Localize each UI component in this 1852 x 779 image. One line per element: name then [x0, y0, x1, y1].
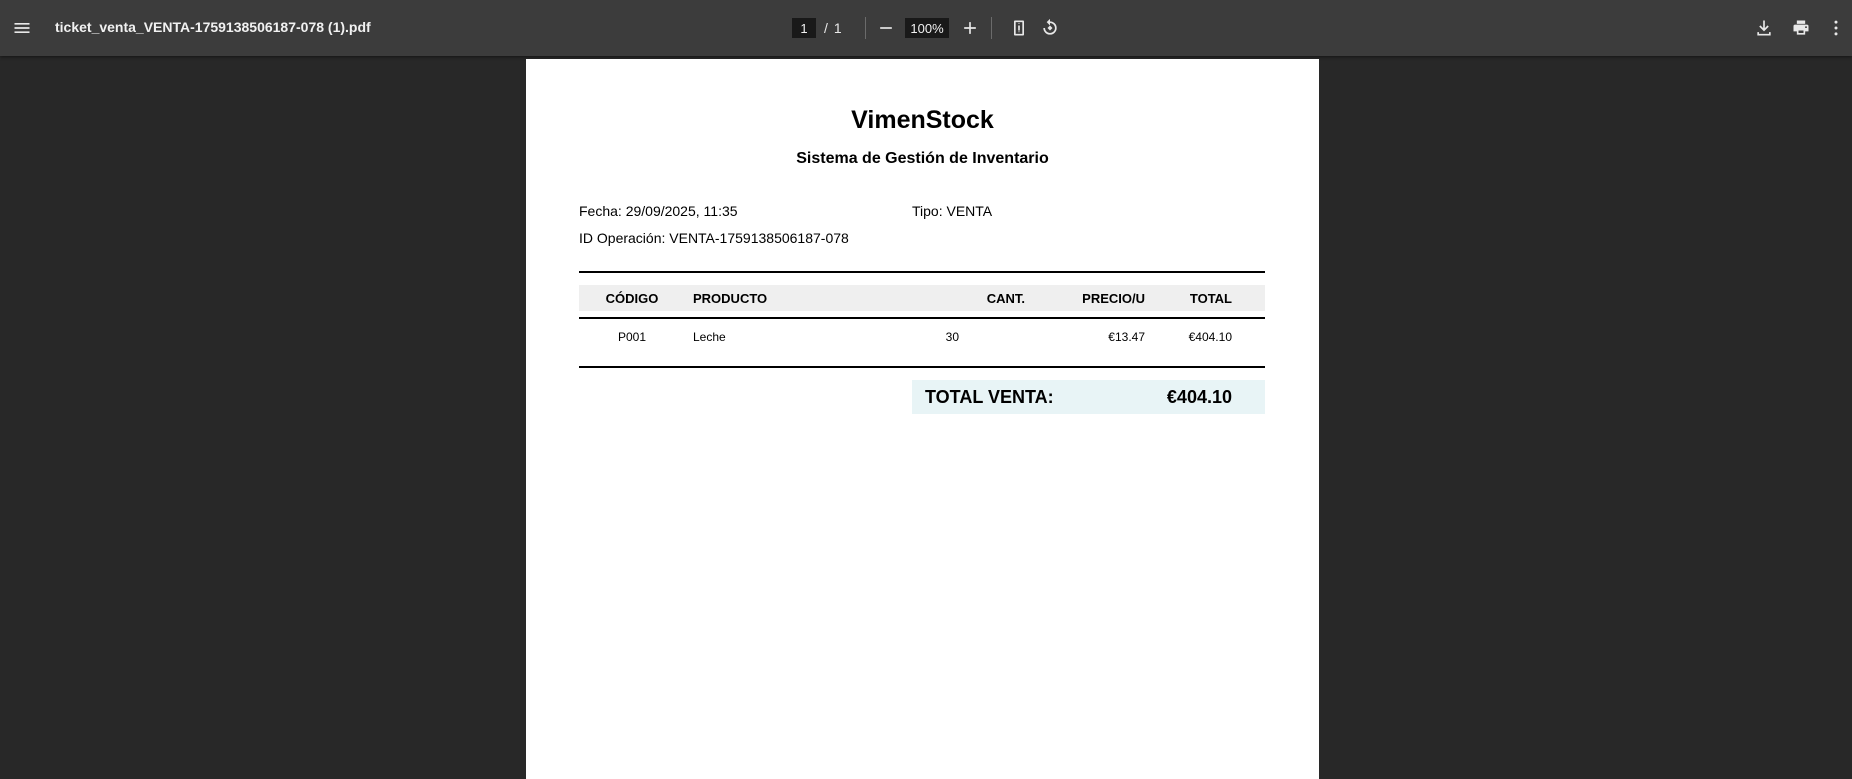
row-producto: Leche: [693, 330, 726, 344]
table-header: CÓDIGO PRODUCTO CANT. PRECIO/U TOTAL: [579, 285, 1265, 311]
print-icon[interactable]: [1785, 12, 1817, 44]
plus-icon[interactable]: [954, 12, 986, 44]
ticket-subtitle: Sistema de Gestión de Inventario: [796, 150, 1049, 167]
row-cant: 30: [945, 330, 959, 344]
document-title: ticket_venta_VENTA-1759138506187-078 (1)…: [55, 19, 371, 35]
divider-line: [579, 366, 1265, 368]
page-total: 1: [833, 20, 842, 36]
minus-icon[interactable]: [870, 12, 902, 44]
pdf-toolbar: ticket_venta_VENTA-1759138506187-078 (1)…: [0, 0, 1852, 56]
download-icon[interactable]: [1748, 12, 1780, 44]
more-vertical-icon[interactable]: [1820, 12, 1852, 44]
toolbar-divider: [865, 17, 866, 39]
column-header-codigo: CÓDIGO: [605, 291, 659, 306]
row-codigo: P001: [617, 330, 647, 344]
column-header-producto: PRODUCTO: [693, 291, 768, 306]
column-header-cant: CANT.: [986, 291, 1025, 306]
ticket-type: Tipo: VENTA: [912, 203, 993, 219]
total-value: €404.10: [1166, 387, 1232, 407]
row-precio: €13.47: [1108, 330, 1145, 344]
toolbar-divider: [991, 17, 992, 39]
zoom-level-input[interactable]: [905, 18, 949, 38]
column-header-precio: PRECIO/U: [1082, 291, 1145, 306]
page-separator: /: [824, 20, 828, 36]
rotate-icon[interactable]: [1034, 12, 1066, 44]
column-header-total: TOTAL: [1189, 291, 1232, 306]
menu-icon[interactable]: [6, 12, 38, 44]
fit-to-page-icon[interactable]: [1003, 12, 1035, 44]
ticket-date: Fecha: 29/09/2025, 11:35: [579, 203, 738, 219]
ticket-title: VimenStock: [851, 106, 994, 134]
page-number-input[interactable]: [792, 18, 816, 38]
page-navigation: / 1: [792, 18, 842, 38]
divider-line: [579, 271, 1265, 273]
total-box: TOTAL VENTA: €404.10: [912, 380, 1265, 414]
row-total: €404.10: [1188, 330, 1232, 344]
total-label: TOTAL VENTA:: [925, 387, 1054, 407]
operation-id: ID Operación: VENTA-1759138506187-078: [579, 230, 849, 246]
divider-line: [579, 317, 1265, 319]
pdf-page: VimenStock Sistema de Gestión de Inventa…: [526, 59, 1319, 779]
